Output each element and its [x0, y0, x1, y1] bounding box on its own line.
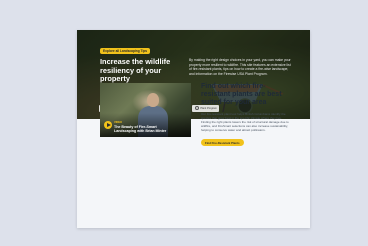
play-button[interactable] [104, 121, 112, 129]
hero-title: Increase the wildlife resiliency of your… [100, 57, 171, 84]
page-card: Explore all Landscaping Tips Increase th… [77, 30, 310, 228]
video-title: The Beauty of Fire-Smart Landscaping wit… [114, 124, 167, 133]
find-plants-button[interactable]: Find Fire-Resistant Plants [201, 139, 244, 147]
presenter-head [147, 93, 159, 107]
play-icon [106, 123, 111, 127]
video-thumbnail[interactable]: VIDEO The Beauty of Fire-Smart Landscapi… [100, 83, 191, 137]
explore-tips-badge[interactable]: Explore all Landscaping Tips [100, 48, 151, 55]
find-plants-description: Our fire-resistant plant tool helps Brit… [201, 112, 289, 133]
find-plants-heading: Find out which fire-resistant plants are… [201, 83, 282, 107]
hero-description: By making the right design choices in yo… [189, 58, 291, 76]
radio-icon [194, 106, 199, 111]
